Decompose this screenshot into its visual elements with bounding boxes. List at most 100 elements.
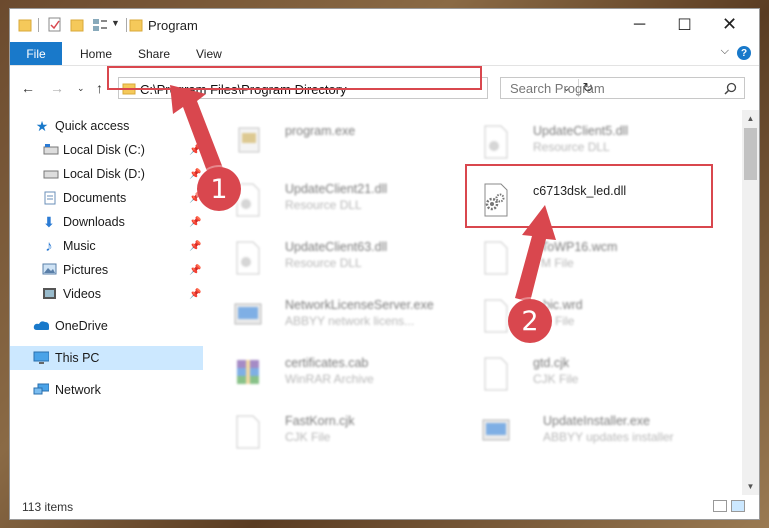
file-item[interactable]: UpdateClient21.dll Resource DLL — [215, 176, 445, 224]
cloud-icon — [33, 321, 49, 330]
recent-locations-dropdown[interactable]: ⌄ — [77, 83, 85, 94]
sidebar-item-videos[interactable]: Videos 📌 — [10, 282, 203, 306]
separator — [38, 18, 39, 32]
separator — [126, 18, 127, 32]
file-name: gtd.cjk — [533, 356, 570, 370]
vertical-scrollbar[interactable]: ▲ ▼ — [742, 110, 759, 495]
sidebar-item-label: Downloads — [63, 215, 125, 229]
pictures-icon — [42, 263, 57, 275]
file-description: ABBYY updates installer — [543, 430, 674, 444]
maximize-button[interactable]: ☐ — [662, 9, 707, 40]
search-box[interactable]: Search Program — [500, 77, 745, 99]
sidebar-item-label: Music — [63, 239, 96, 253]
file-name: UpdateInstaller.exe — [543, 414, 651, 428]
file-item[interactable]: FastKorn.cjk CJK File — [215, 408, 445, 456]
tab-home[interactable]: Home — [80, 47, 112, 61]
sidebar-item-quick-access[interactable]: ★ Quick access — [10, 114, 203, 138]
minimize-button[interactable]: ─ — [617, 9, 662, 40]
sidebar-item-pictures[interactable]: Pictures 📌 — [10, 258, 203, 282]
view-options-icon[interactable] — [92, 17, 108, 33]
help-button[interactable]: ? — [737, 46, 751, 60]
new-folder-icon[interactable] — [70, 17, 84, 33]
file-item[interactable]: bic.wrd D File — [463, 292, 693, 340]
file-name: UpdateClient21.dll — [285, 182, 388, 196]
file-item[interactable]: UpdateClient5.dll Resource DLL — [463, 118, 693, 166]
sidebar-item-label: This PC — [55, 351, 100, 365]
title-bar: ▼ Program ─ ☐ ✕ — [10, 9, 759, 42]
file-description: Resource DLL — [285, 198, 362, 212]
tab-share[interactable]: Share — [138, 47, 170, 61]
callout-badge-1: 1 — [197, 167, 241, 211]
file-description: WinRAR Archive — [285, 372, 374, 386]
sidebar-item-label: OneDrive — [55, 319, 108, 333]
navigation-pane: ★ Quick access Local Disk (C:) 📌 Local D… — [10, 110, 203, 495]
sidebar-item-label: Local Disk (D:) — [63, 167, 145, 181]
properties-icon[interactable] — [48, 17, 62, 33]
details-view-button[interactable] — [713, 500, 727, 512]
file-name: UpdateClient5.dll — [533, 124, 629, 138]
chevron-down-icon[interactable]: ⌵ — [721, 45, 729, 58]
file-item[interactable]: ToWP16.wcm M File — [463, 234, 693, 282]
file-item[interactable]: gtd.cjk CJK File — [463, 350, 693, 398]
drive-icon — [43, 170, 59, 179]
generic-file-icon — [236, 415, 260, 449]
exe-file-icon — [238, 127, 260, 153]
sidebar-item-music[interactable]: ♪ Music 📌 — [10, 234, 203, 258]
sidebar-item-local-disk-c[interactable]: Local Disk (C:) 📌 — [10, 138, 203, 162]
file-highlight-box — [465, 164, 713, 228]
back-button[interactable]: ← — [21, 80, 35, 96]
forward-button[interactable]: → — [50, 80, 64, 96]
search-placeholder: Search Program — [510, 81, 605, 96]
file-item[interactable]: NetworkLicenseServer.exe ABBYY network l… — [215, 292, 445, 340]
scroll-thumb[interactable] — [744, 128, 757, 180]
tab-file[interactable]: File — [10, 42, 62, 65]
videos-icon — [43, 288, 56, 299]
sidebar-item-label: Quick access — [55, 119, 130, 133]
large-icons-view-button[interactable] — [731, 500, 745, 512]
sidebar-item-documents[interactable]: Documents 📌 — [10, 186, 203, 210]
star-icon: ★ — [35, 117, 49, 134]
scroll-up-button[interactable]: ▲ — [742, 110, 759, 127]
file-item[interactable]: UpdateInstaller.exe ABBYY updates instal… — [463, 408, 693, 456]
network-icon — [33, 383, 49, 395]
archive-icon — [237, 360, 259, 384]
file-description: Resource DLL — [533, 140, 610, 154]
sidebar-item-label: Local Disk (C:) — [63, 143, 145, 157]
file-name: UpdateClient63.dll — [285, 240, 388, 254]
sidebar-item-local-disk-d[interactable]: Local Disk (D:) 📌 — [10, 162, 203, 186]
search-icon[interactable] — [724, 82, 737, 95]
up-button[interactable]: ↑ — [96, 80, 103, 96]
sidebar-item-network[interactable]: Network — [10, 378, 203, 402]
sidebar-item-label: Videos — [63, 287, 101, 301]
exe-file-icon — [234, 303, 262, 325]
file-name: program.exe — [285, 124, 356, 138]
file-item[interactable]: certificates.cab WinRAR Archive — [215, 350, 445, 398]
dll-file-icon — [236, 241, 260, 275]
exe-file-icon — [482, 419, 510, 441]
item-count: 113 items — [22, 500, 74, 514]
sidebar-item-label: Pictures — [63, 263, 109, 277]
tab-view[interactable]: View — [196, 47, 222, 61]
file-item[interactable]: program.exe — [215, 118, 445, 166]
file-name: certificates.cab — [285, 356, 369, 370]
folder-icon — [129, 19, 143, 32]
file-name: ToWP16.wcm — [541, 240, 618, 254]
music-icon: ♪ — [45, 237, 53, 255]
file-description: ABBYY network licens... — [285, 314, 415, 328]
drive-icon — [43, 144, 59, 155]
file-item[interactable]: UpdateClient63.dll Resource DLL — [215, 234, 445, 282]
sidebar-item-this-pc[interactable]: This PC — [10, 346, 203, 370]
ribbon-tabs: File Home Share View ⌵ ? — [10, 42, 759, 66]
pin-icon: 📌 — [189, 216, 202, 228]
generic-file-icon — [484, 241, 508, 275]
sidebar-item-label: Documents — [63, 191, 127, 205]
sidebar-item-downloads[interactable]: ⬇ Downloads 📌 — [10, 210, 203, 234]
sidebar-item-onedrive[interactable]: OneDrive — [10, 314, 203, 338]
folder-icon[interactable] — [18, 17, 32, 33]
close-button[interactable]: ✕ — [707, 9, 752, 40]
file-description: M File — [541, 256, 574, 270]
pin-icon: 📌 — [189, 288, 202, 300]
file-name: FastKorn.cjk — [285, 414, 355, 428]
computer-icon — [33, 351, 49, 364]
quick-access-dropdown-icon[interactable]: ▼ — [111, 18, 120, 34]
